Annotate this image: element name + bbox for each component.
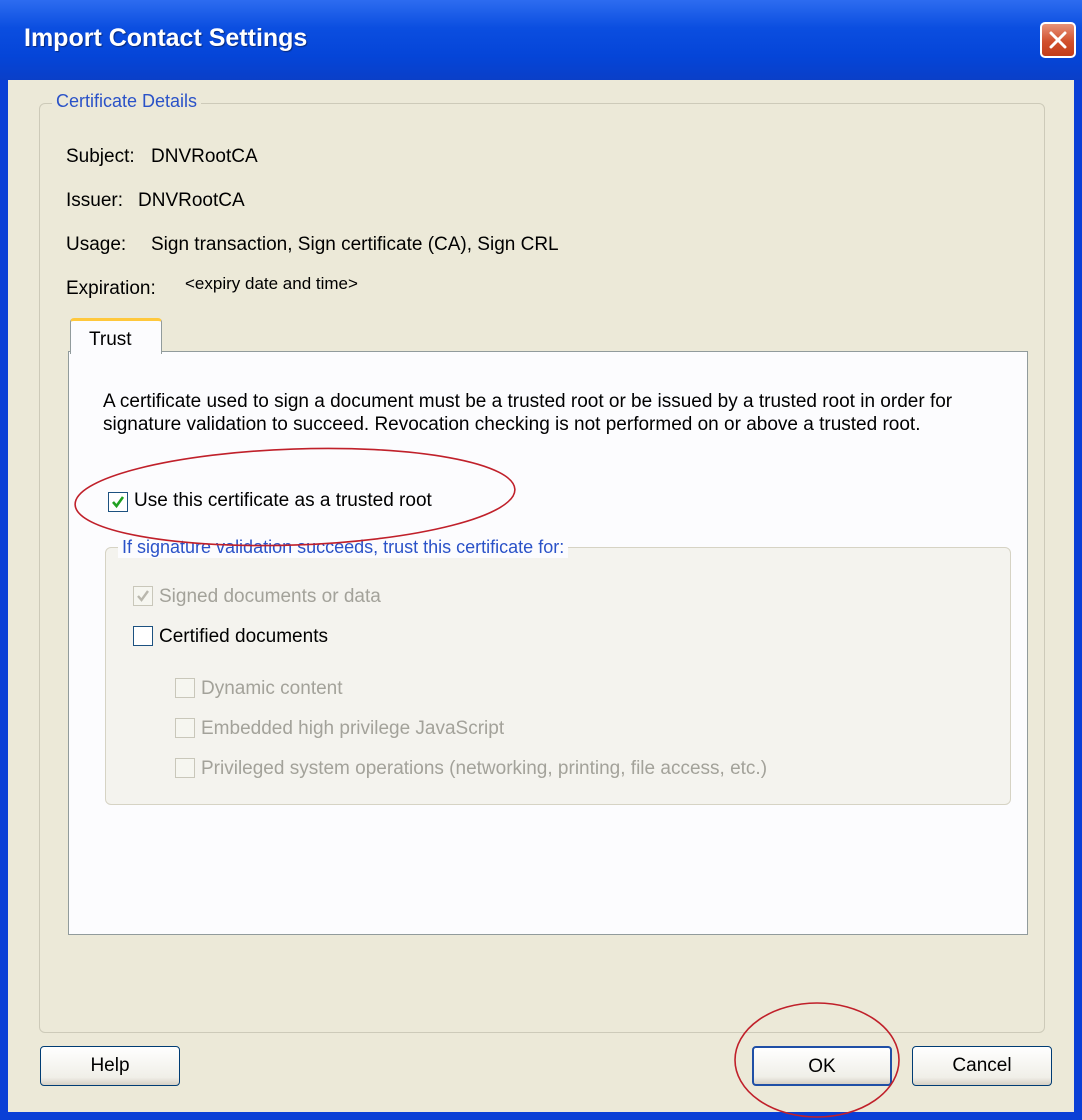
privileged-operations-checkbox[interactable] bbox=[175, 758, 195, 778]
signed-documents-label: Signed documents or data bbox=[159, 586, 381, 607]
window-title: Import Contact Settings bbox=[24, 24, 308, 52]
usage-label: Usage: bbox=[66, 234, 127, 255]
privileged-operations-label: Privileged system operations (networking… bbox=[201, 758, 768, 779]
issuer-value: DNVRootCA bbox=[138, 190, 245, 211]
usage-value: Sign transaction, Sign certificate (CA),… bbox=[151, 234, 559, 255]
certified-documents-checkbox[interactable] bbox=[133, 626, 153, 646]
cancel-button[interactable]: Cancel bbox=[912, 1046, 1052, 1086]
tab-trust[interactable]: Trust bbox=[70, 318, 162, 354]
signed-documents-checkbox[interactable] bbox=[133, 586, 153, 606]
trust-description: A certificate used to sign a document mu… bbox=[103, 391, 953, 435]
checkmark-icon bbox=[137, 590, 149, 602]
trusted-root-checkbox[interactable] bbox=[108, 492, 128, 512]
tab-trust-label: Trust bbox=[89, 329, 132, 350]
checkmark-icon bbox=[112, 496, 125, 509]
embedded-javascript-checkbox[interactable] bbox=[175, 718, 195, 738]
dialog-client-area: Certificate Details Subject: DNVRootCA I… bbox=[8, 80, 1074, 1112]
help-button[interactable]: Help bbox=[40, 1046, 180, 1086]
title-bar[interactable]: Import Contact Settings bbox=[0, 0, 1082, 80]
expiration-value: <expiry date and time> bbox=[185, 274, 358, 293]
close-icon bbox=[1049, 31, 1067, 49]
trusted-root-label: Use this certificate as a trusted root bbox=[134, 490, 432, 511]
subject-label: Subject: bbox=[66, 146, 135, 167]
dynamic-content-label: Dynamic content bbox=[201, 678, 343, 699]
expiration-label: Expiration: bbox=[66, 278, 156, 299]
certificate-details-legend: Certificate Details bbox=[52, 91, 202, 112]
close-button[interactable] bbox=[1040, 22, 1076, 58]
ok-button[interactable]: OK bbox=[752, 1046, 892, 1086]
dynamic-content-checkbox[interactable] bbox=[175, 678, 195, 698]
issuer-label: Issuer: bbox=[66, 190, 124, 211]
trust-for-legend: If signature validation succeeds, trust … bbox=[118, 537, 569, 558]
certified-documents-label: Certified documents bbox=[159, 626, 328, 647]
embedded-javascript-label: Embedded high privilege JavaScript bbox=[201, 718, 505, 739]
dialog-window: Import Contact Settings Certificate Deta… bbox=[0, 0, 1082, 1120]
subject-value: DNVRootCA bbox=[151, 146, 258, 167]
